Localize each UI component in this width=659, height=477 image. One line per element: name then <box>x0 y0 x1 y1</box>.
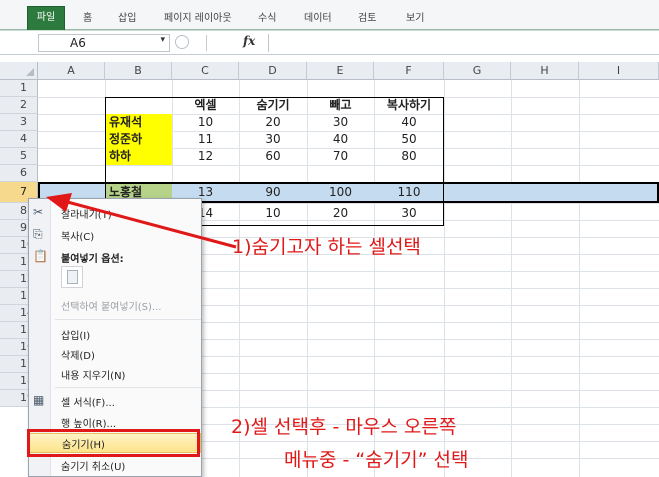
menu-separator <box>55 319 201 320</box>
chevron-down-icon[interactable]: ▾ <box>160 35 165 45</box>
scissors-icon: ✂ <box>33 205 44 219</box>
name-box[interactable]: A6 ▾ <box>38 34 170 52</box>
row-header-4[interactable]: 4 <box>0 131 38 148</box>
ribbon: 파일 홈 삽입 페이지 레이아웃 수식 데이터 검토 보기 <box>0 0 659 31</box>
row-header-3[interactable]: 3 <box>0 114 38 131</box>
row-header-1[interactable]: 1 <box>0 80 38 97</box>
menu-item-label: 삽입(I) <box>61 331 91 342</box>
menu-item-paste-options: 📋 붙여넣기 옵션: <box>29 247 201 267</box>
formula-bar-handle-icon <box>175 35 189 49</box>
column-header-h[interactable]: H <box>511 62 579 80</box>
tab-file[interactable]: 파일 <box>27 6 65 30</box>
annotation-step2-line2: 메뉴중 - “숨기기” 선택 <box>284 449 469 471</box>
tab-formulas[interactable]: 수식 <box>258 9 276 24</box>
tab-insert[interactable]: 삽입 <box>118 9 136 24</box>
menu-item-label: 삭제(D) <box>61 351 95 362</box>
menu-item-label: 선택하여 붙여넣기(S)... <box>61 302 162 313</box>
column-header-g[interactable]: G <box>444 62 511 80</box>
copy-icon: ⎘ <box>33 227 43 241</box>
menu-item-clear-contents[interactable]: 내용 지우기(N) <box>29 364 201 384</box>
menu-item-label: 내용 지우기(N) <box>61 371 126 382</box>
corner-triangle-icon <box>26 68 34 76</box>
column-header-i[interactable]: I <box>579 62 659 80</box>
row-header-5[interactable]: 5 <box>0 148 38 165</box>
formula-bar: A6 ▾ fx <box>0 31 659 55</box>
tab-review[interactable]: 검토 <box>358 9 376 24</box>
tab-page-layout[interactable]: 페이지 레이아웃 <box>164 9 232 24</box>
menu-item-label: 숨기기 취소(U) <box>61 462 126 473</box>
row-header-6[interactable]: 6 <box>0 165 38 182</box>
annotation-step2-line1: 2)셀 선택후 - 마우스 오른쪽 <box>231 416 457 438</box>
hide-annotation-box <box>27 429 200 457</box>
gridline <box>579 80 580 477</box>
tab-home[interactable]: 홈 <box>83 9 92 24</box>
column-header-e[interactable]: E <box>307 62 374 80</box>
menu-item-label: 잘라내기(T) <box>61 210 112 221</box>
menu-item-label: 복사(C) <box>61 232 95 243</box>
column-header-c[interactable]: C <box>172 62 239 80</box>
menu-item-label: 행 높이(R)... <box>61 419 117 430</box>
formula-bar-separator <box>206 35 207 51</box>
column-header-b[interactable]: B <box>105 62 172 80</box>
insert-function-icon[interactable]: fx <box>243 34 255 48</box>
column-header-d[interactable]: D <box>239 62 307 80</box>
tab-data[interactable]: 데이터 <box>304 9 332 24</box>
menu-separator <box>55 387 201 388</box>
format-cells-icon: ▦ <box>33 393 45 407</box>
select-all-corner[interactable] <box>0 62 38 80</box>
menu-item-paste-special[interactable]: 선택하여 붙여넣기(S)... <box>29 295 201 315</box>
column-header-a[interactable]: A <box>38 62 105 80</box>
clipboard-icon: 📋 <box>33 249 48 263</box>
paste-option-button[interactable] <box>61 266 83 288</box>
menu-item-insert[interactable]: 삽입(I) <box>29 324 201 344</box>
paste-icon <box>67 270 78 284</box>
menu-item-unhide[interactable]: 숨기기 취소(U) <box>29 455 201 475</box>
tab-view[interactable]: 보기 <box>406 9 424 24</box>
menu-item-cut[interactable]: ✂ 잘라내기(T) <box>29 203 201 223</box>
column-header-f[interactable]: F <box>374 62 444 80</box>
row-header-2[interactable]: 2 <box>0 97 38 114</box>
menu-item-label: 셀 서식(F)... <box>61 398 115 409</box>
formula-input[interactable] <box>268 34 659 52</box>
gridline <box>511 80 512 477</box>
menu-item-format-cells[interactable]: ▦ 셀 서식(F)... <box>29 391 201 411</box>
annotation-step1: 1)숨기고자 하는 셀선택 <box>232 236 421 258</box>
name-box-value: A6 <box>70 36 86 50</box>
menu-item-delete[interactable]: 삭제(D) <box>29 344 201 364</box>
menu-item-copy[interactable]: ⎘ 복사(C) <box>29 225 201 245</box>
menu-item-label: 붙여넣기 옵션: <box>61 254 124 265</box>
